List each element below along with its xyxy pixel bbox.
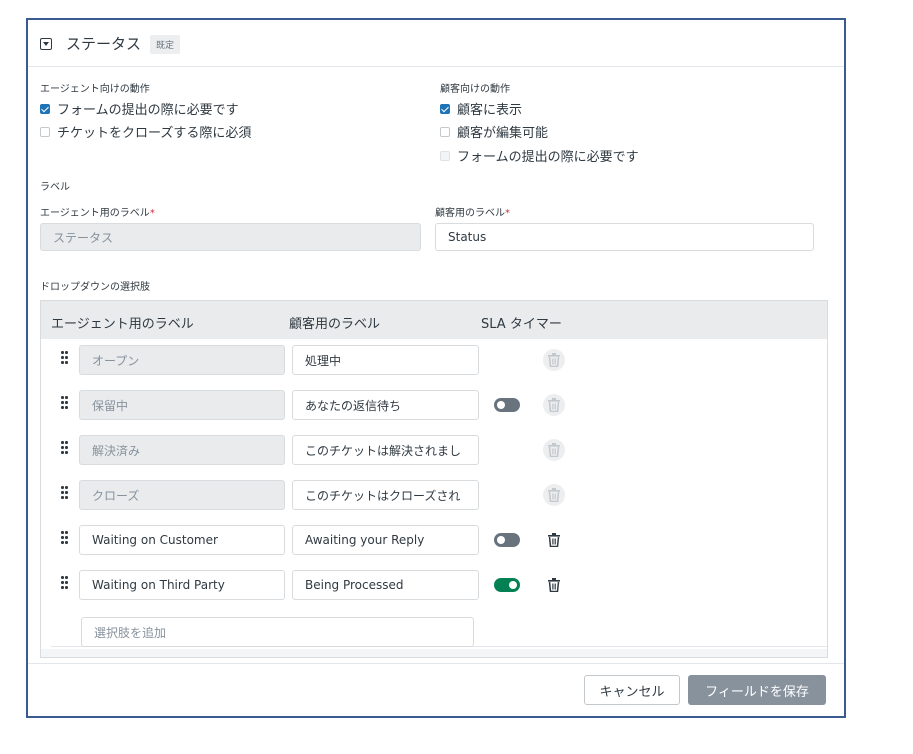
trash-icon[interactable]	[543, 574, 565, 596]
customer-editable[interactable]: 顧客が編集可能	[440, 122, 548, 141]
checkbox-label: 顧客が編集可能	[457, 126, 549, 141]
table-row: クローズ このチケットはクローズされ	[41, 476, 827, 512]
trash-icon	[543, 439, 565, 461]
checkbox-icon[interactable]	[440, 103, 450, 114]
agent-option-input: 保留中	[79, 390, 285, 420]
checkbox-icon[interactable]	[440, 126, 450, 137]
customer-label-text: 顧客用のラベル	[435, 208, 505, 219]
drag-handle-icon[interactable]	[61, 486, 68, 502]
trash-icon	[543, 484, 565, 506]
drag-handle-icon[interactable]	[61, 576, 68, 592]
customer-option-input[interactable]: このチケットはクローズされ	[292, 480, 479, 510]
checkbox-label: フォームの提出の際に必要です	[57, 103, 239, 118]
customer-label-caption: 顧客用のラベル*	[435, 204, 510, 219]
customer-required-on-submit: フォームの提出の際に必要です	[440, 146, 639, 165]
agent-option-input: クローズ	[79, 480, 285, 510]
checkbox-label: フォームの提出の際に必要です	[457, 150, 639, 165]
agent-option-input[interactable]: Waiting on Third Party	[79, 570, 285, 600]
agent-label-input: ステータス	[40, 223, 421, 251]
agent-option-input[interactable]: Waiting on Customer	[79, 525, 285, 555]
sla-timer-toggle[interactable]	[494, 398, 520, 412]
sla-timer-toggle[interactable]	[494, 578, 520, 592]
add-option-input[interactable]: 選択肢を追加	[81, 617, 474, 647]
labels-section-title: ラベル	[40, 182, 70, 193]
table-body: 選択肢を追加 オープン 処理中 保留中 あなたの返信待ち 解決済み このチケットは解決され…	[41, 339, 827, 649]
dropdown-options-title: ドロップダウンの選択肢	[40, 282, 150, 293]
dropdown-options-table: エージェント用のラベル 顧客用のラベル SLA タイマー 選択肢を追加 オープン…	[40, 300, 828, 658]
agent-label-text: エージェント用のラベル	[40, 208, 150, 219]
checkbox-label: 顧客に表示	[457, 103, 523, 118]
checkbox-icon[interactable]	[40, 126, 50, 137]
required-mark: *	[505, 208, 510, 219]
customer-option-input[interactable]: 処理中	[292, 345, 479, 375]
drag-handle-icon[interactable]	[61, 531, 68, 547]
column-sla-timer: SLA タイマー	[481, 317, 562, 332]
checkbox-label: チケットをクローズする際に必須	[57, 126, 252, 141]
customer-option-input[interactable]: Awaiting your Reply	[292, 525, 479, 555]
customer-option-input[interactable]: このチケットは解決されまし	[292, 435, 479, 465]
agent-label-caption: エージェント用のラベル*	[40, 204, 155, 219]
trash-icon	[543, 349, 565, 371]
agent-option-input: オープン	[79, 345, 285, 375]
column-customer-label: 顧客用のラベル	[289, 317, 381, 332]
drag-handle-icon[interactable]	[61, 351, 68, 367]
column-agent-label: エージェント用のラベル	[51, 317, 194, 332]
agent-option-input: 解決済み	[79, 435, 285, 465]
trash-icon	[543, 394, 565, 416]
customer-option-input[interactable]: Being Processed	[292, 570, 479, 600]
drag-handle-icon[interactable]	[61, 396, 68, 412]
sla-timer-toggle[interactable]	[494, 533, 520, 547]
default-badge: 既定	[150, 35, 181, 54]
customer-option-input[interactable]: あなたの返信待ち	[292, 390, 479, 420]
save-field-button[interactable]: フィールドを保存	[688, 675, 826, 705]
customer-label-input[interactable]: Status	[435, 223, 814, 251]
trash-icon[interactable]	[543, 529, 565, 551]
field-header: ステータス 既定	[28, 20, 844, 67]
agent-behavior-title: エージェント向けの動作	[40, 84, 150, 95]
required-mark: *	[149, 208, 155, 219]
agent-required-on-submit[interactable]: フォームの提出の際に必要です	[40, 99, 239, 118]
table-row: オープン 処理中	[41, 341, 827, 377]
table-row: Waiting on Third Party Being Processed	[41, 566, 827, 602]
customer-behavior-title: 顧客向けの動作	[440, 84, 510, 95]
field-title: ステータス	[66, 35, 142, 53]
table-row: 保留中 あなたの返信待ち	[41, 386, 827, 422]
checkbox-icon	[440, 150, 450, 161]
footer: キャンセル フィールドを保存	[28, 663, 844, 716]
table-row: Waiting on Customer Awaiting your Reply	[41, 521, 827, 557]
dropdown-field-icon	[40, 38, 52, 50]
checkbox-icon[interactable]	[40, 103, 50, 114]
agent-required-on-close[interactable]: チケットをクローズする際に必須	[40, 122, 251, 141]
cancel-button[interactable]: キャンセル	[584, 675, 680, 705]
customer-visible[interactable]: 顧客に表示	[440, 99, 522, 118]
drag-handle-icon[interactable]	[61, 441, 68, 457]
table-header: エージェント用のラベル 顧客用のラベル SLA タイマー	[41, 301, 827, 339]
table-row: 解決済み このチケットは解決されまし	[41, 431, 827, 467]
field-editor-panel: ステータス 既定 エージェント向けの動作 フォームの提出の際に必要です チケット…	[26, 18, 846, 718]
